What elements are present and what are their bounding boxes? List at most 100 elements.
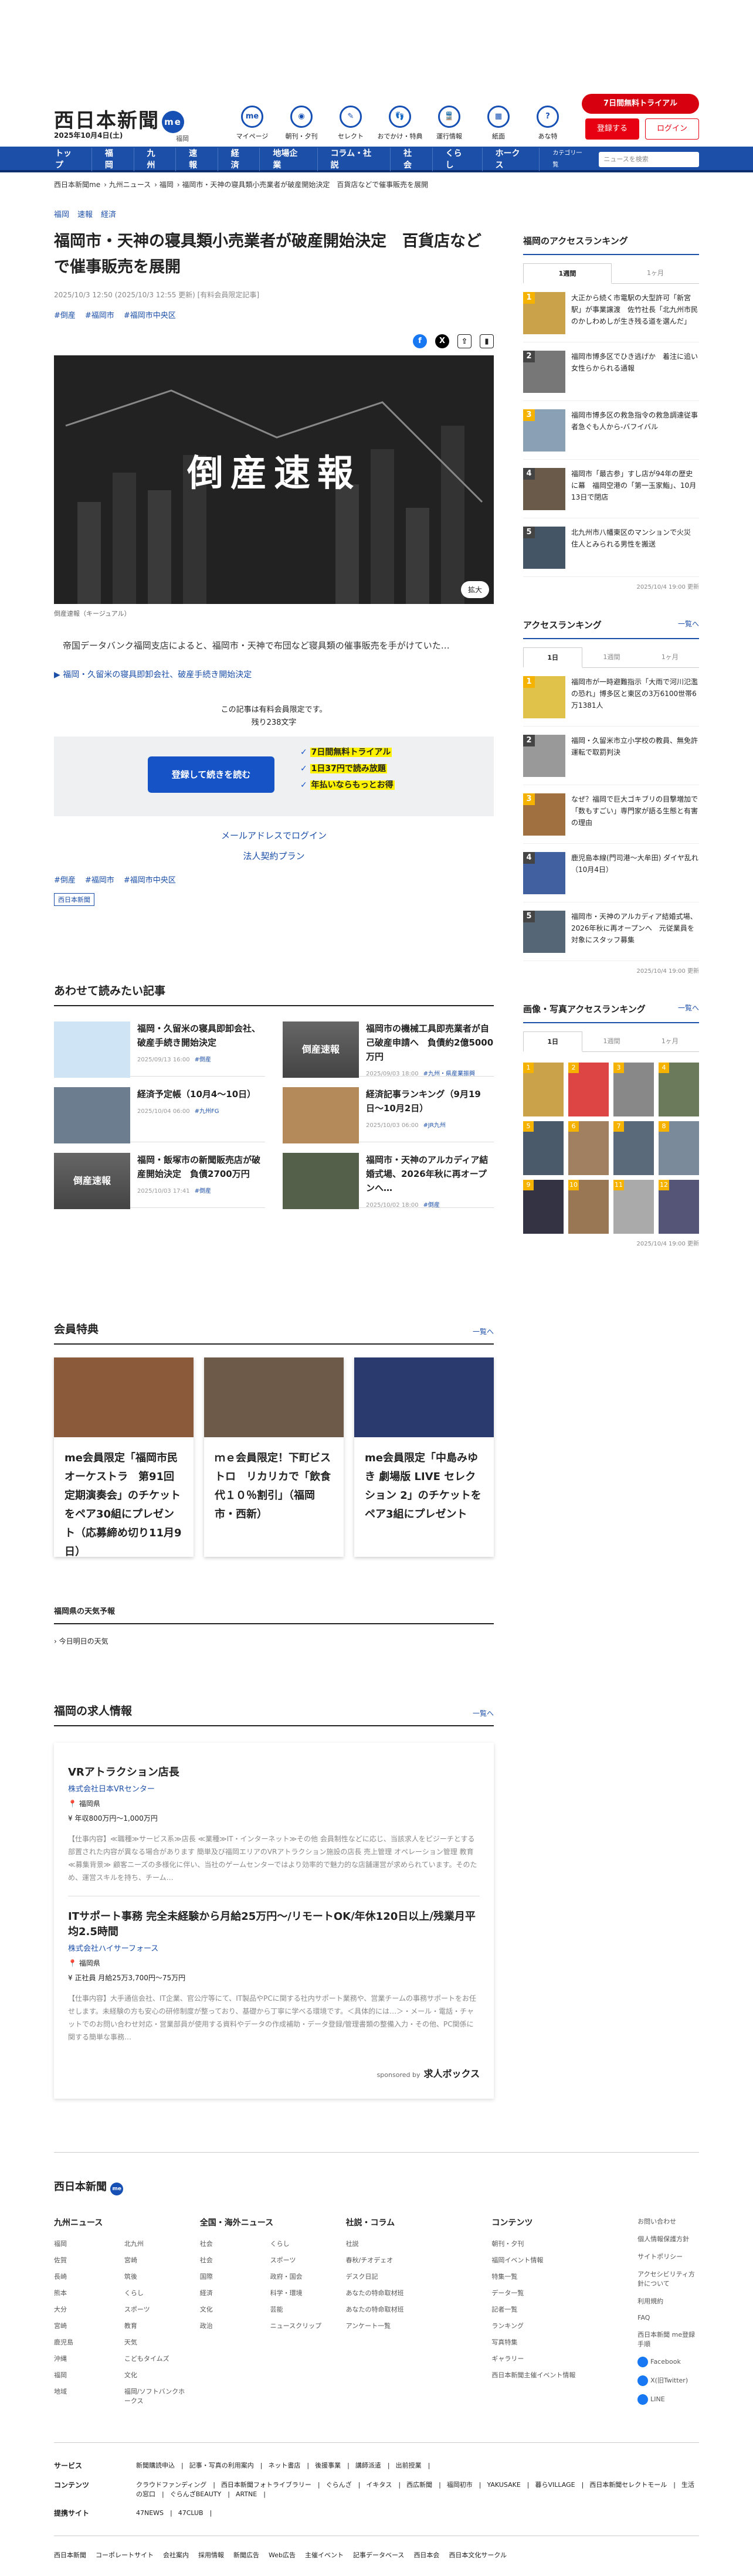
- footer-link[interactable]: 芸能: [270, 2305, 334, 2314]
- nav-local-biz[interactable]: 地場企業: [260, 148, 318, 171]
- tab-month[interactable]: 1ヶ月: [612, 263, 699, 283]
- benefit-card[interactable]: ｍｅ会員限定！下町ビストロ リカリカで「飲食代１０％割引」（福岡市・西新）: [204, 1357, 344, 1557]
- footer-link[interactable]: 講師派遣 |: [355, 2462, 390, 2469]
- sns-link[interactable]: Facebook: [637, 2357, 699, 2367]
- footer-link[interactable]: 福岡/ソフトバンクホークス: [124, 2387, 188, 2405]
- breadcrumb-item[interactable]: 西日本新聞me: [54, 181, 100, 189]
- footer-link[interactable]: 会社案内: [163, 2550, 189, 2560]
- email-login-link[interactable]: メールアドレスでログイン: [54, 829, 494, 841]
- keyword-tag[interactable]: #倒産: [54, 874, 76, 885]
- footer-link[interactable]: 国際: [200, 2272, 264, 2281]
- footer-link[interactable]: 記者一覧: [491, 2305, 626, 2314]
- corporate-plan-link[interactable]: 法人契約プラン: [54, 850, 494, 862]
- footer-link[interactable]: こどもタイムズ: [124, 2354, 188, 2363]
- category-tag[interactable]: 速報: [77, 208, 93, 219]
- outing-link[interactable]: 👣 おでかけ・特典: [375, 106, 425, 141]
- footer-link[interactable]: 社会: [200, 2239, 264, 2248]
- footer-link[interactable]: 宮崎: [54, 2321, 118, 2330]
- nav-society[interactable]: 社会: [391, 148, 433, 171]
- footer-link[interactable]: ぐらんざ |: [326, 2481, 361, 2489]
- footer-link[interactable]: 文化: [200, 2305, 264, 2314]
- footer-link[interactable]: 西日本会: [413, 2550, 439, 2560]
- more-link[interactable]: 一覧へ: [678, 1003, 699, 1015]
- footer-link[interactable]: 記事データベース: [353, 2550, 404, 2560]
- mypage-link[interactable]: me マイページ: [228, 106, 277, 141]
- weather-link[interactable]: › 今日明日の天気: [54, 1636, 494, 1646]
- footer-link[interactable]: 主催イベント: [305, 2550, 344, 2560]
- photo-thumb[interactable]: 1: [523, 1063, 564, 1116]
- publisher-tag[interactable]: 西日本新聞: [54, 893, 94, 906]
- footer-link[interactable]: 教育: [124, 2321, 188, 2330]
- ranking-item[interactable]: 2 福岡・久留米市立小学校の教員、無免許運転で取罰判決: [523, 727, 699, 785]
- footer-link[interactable]: 採用情報: [198, 2550, 224, 2560]
- footer-link[interactable]: 科学・環境: [270, 2288, 334, 2297]
- nav-breaking[interactable]: 速報: [176, 148, 218, 171]
- footer-link[interactable]: 47CLUB |: [178, 2509, 212, 2517]
- footer-link[interactable]: くらし: [124, 2288, 188, 2297]
- footer-link[interactable]: 出前授業 |: [396, 2462, 430, 2469]
- sns-link[interactable]: X(旧Twitter): [637, 2375, 699, 2386]
- footer-link[interactable]: 西広新聞 |: [406, 2481, 441, 2489]
- footer-link[interactable]: 福岡: [54, 2370, 118, 2380]
- related-card[interactable]: 倒産速報 福岡市の機械工具即売業者が自己破産申請へ 負債約2億5000万円 2025…: [283, 1018, 494, 1078]
- bookmark-icon[interactable]: ▮: [480, 334, 494, 348]
- keyword-tag[interactable]: #福岡市: [85, 874, 114, 885]
- footer-link[interactable]: 鹿児島: [54, 2337, 118, 2347]
- footer-link[interactable]: 沖縄: [54, 2354, 118, 2363]
- subscribe-button[interactable]: 登録して続きを読む: [148, 756, 274, 793]
- ranking-item[interactable]: 4 福岡市「最古参」すし店が94年の歴史に幕 福岡空港の「第一玉家鮨」、10月13…: [523, 460, 699, 518]
- footer-link[interactable]: ぐらんざBEAUTY |: [170, 2490, 230, 2498]
- share-icon[interactable]: ⇪: [457, 334, 472, 348]
- select-link[interactable]: ✎ セレクト: [326, 106, 375, 141]
- footer-link[interactable]: 北九州: [124, 2239, 188, 2248]
- job-item[interactable]: ITサポート事務 完全未経験から月給25万円〜/リモートOK/年休120日以上/…: [68, 1896, 480, 2055]
- tab-day[interactable]: 1日: [523, 647, 583, 668]
- ranking-item[interactable]: 2 福岡市博多区でひき逃げか 着注に追い女性らかられる通報: [523, 342, 699, 401]
- footer-link[interactable]: 西日本文化サークル: [449, 2550, 507, 2560]
- photo-thumb[interactable]: 8: [659, 1121, 699, 1175]
- footer-link[interactable]: サイトポリシー: [637, 2252, 699, 2261]
- ranking-item[interactable]: 3 なぜ？福岡で巨大ゴキブリの目撃増加で「数もすごい」専門家が語る生態と有害の理由: [523, 785, 699, 844]
- photo-thumb[interactable]: 11: [613, 1180, 654, 1234]
- category-tag[interactable]: 経済: [101, 208, 116, 219]
- footer-link[interactable]: 天気: [124, 2337, 188, 2347]
- footer-link[interactable]: 記事・写真の利用案内 |: [189, 2462, 263, 2469]
- footer-link[interactable]: 利用規約: [637, 2296, 699, 2306]
- footer-link[interactable]: 福岡イベント情報: [491, 2255, 626, 2265]
- footer-link[interactable]: クラウドファンディング |: [136, 2481, 215, 2489]
- photo-thumb[interactable]: 7: [613, 1121, 654, 1175]
- footer-link[interactable]: 写真特集: [491, 2337, 626, 2347]
- photo-thumb[interactable]: 4: [659, 1063, 699, 1116]
- footer-link[interactable]: 地域: [54, 2387, 118, 2396]
- nav-fukuoka[interactable]: 福岡: [92, 148, 134, 171]
- footer-link[interactable]: 西日本新聞主催イベント情報: [491, 2370, 626, 2380]
- more-link[interactable]: 一覧へ: [473, 1708, 494, 1718]
- footer-link[interactable]: 政府・国会: [270, 2272, 334, 2281]
- footer-link[interactable]: あなたの特命取材班: [346, 2305, 480, 2314]
- benefit-card[interactable]: me会員限定「中島みゆき 劇場版 LIVE セレクション 2」のチケットをペア3…: [354, 1357, 494, 1557]
- footer-link[interactable]: 個人情報保護方針: [637, 2234, 699, 2244]
- site-logo[interactable]: 西日本新聞 me: [54, 104, 184, 133]
- footer-link[interactable]: 社説: [346, 2239, 480, 2248]
- footer-link[interactable]: 宮崎: [124, 2255, 188, 2265]
- more-link[interactable]: 一覧へ: [473, 1326, 494, 1336]
- footer-link[interactable]: ランキング: [491, 2321, 626, 2330]
- keyword-tag[interactable]: #倒産: [54, 309, 76, 320]
- ranking-item[interactable]: 1 大正から続く市電駅の大型許可「新宮駅」が事業譲渡 佐竹社長「北九州市民のかしわ…: [523, 284, 699, 342]
- footer-link[interactable]: 大分: [54, 2305, 118, 2314]
- paper-link[interactable]: ◉ 朝刊・夕刊: [277, 106, 326, 141]
- footer-link[interactable]: FAQ: [637, 2314, 699, 2322]
- photo-thumb[interactable]: 2: [568, 1063, 609, 1116]
- footer-link[interactable]: データ一覧: [491, 2288, 626, 2297]
- keyword-tag[interactable]: #福岡市中央区: [124, 874, 176, 885]
- footer-link[interactable]: Web広告: [269, 2550, 296, 2560]
- login-button[interactable]: ログイン: [645, 118, 699, 140]
- footer-link[interactable]: 朝刊・夕刊: [491, 2239, 626, 2248]
- breadcrumb-item[interactable]: 九州ニュース: [109, 181, 151, 189]
- category-tag[interactable]: 福岡: [54, 208, 69, 219]
- ranking-item[interactable]: 5 福岡市・天神のアルカディア結婚式場、2026年秋に再オープンへ 元従業員を対象…: [523, 902, 699, 961]
- footer-brand[interactable]: 西日本新聞: [54, 2550, 86, 2560]
- ranking-item[interactable]: 3 福岡市博多区の救急指令の救急調達従事者急ぐも人から-バフイバル: [523, 401, 699, 460]
- footer-link[interactable]: 経済: [200, 2288, 264, 2297]
- footer-link[interactable]: ARTNE |: [236, 2490, 266, 2498]
